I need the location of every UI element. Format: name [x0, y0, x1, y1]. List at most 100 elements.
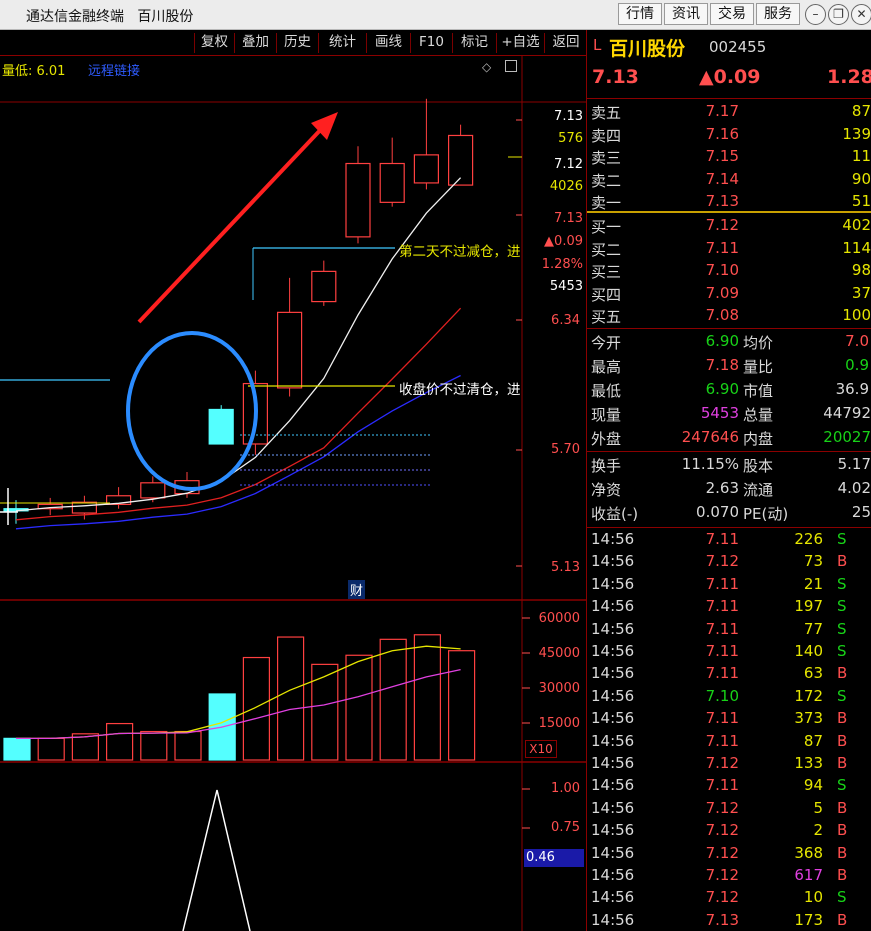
price-tick: 6.34: [551, 313, 580, 328]
stock-name: 百川股份: [609, 38, 686, 60]
ask-row[interactable]: 卖三 7.15 11: [587, 147, 871, 169]
volume-tick: 60000: [538, 611, 580, 626]
level-label: 买一: [591, 218, 622, 236]
bid-row[interactable]: 买五 7.08 100: [587, 306, 871, 328]
tick-price: 7.12: [705, 754, 739, 772]
tick-volume: 368: [794, 843, 823, 862]
highlight-circle: [126, 331, 258, 491]
nav-service-button[interactable]: 服务: [756, 3, 800, 25]
tick-row: 14:56 7.12 73 B: [587, 552, 871, 574]
volume-bar: [3, 737, 31, 761]
tick-time: 14:56: [591, 821, 635, 840]
tick-time: 14:56: [591, 552, 635, 571]
bid-row[interactable]: 买三 7.10 98: [587, 261, 871, 283]
tick-price: 7.12: [705, 552, 739, 571]
kline-chart[interactable]: [0, 0, 587, 931]
tick-volume: 10: [803, 888, 823, 907]
candle-body: [311, 270, 337, 303]
ask-row[interactable]: 卖五 7.17 87: [587, 102, 871, 124]
tick-side: S: [837, 619, 847, 638]
tick-row: 14:56 7.11 77 S: [587, 620, 871, 642]
tick-row: 14:56 7.11 87 B: [587, 732, 871, 754]
level-price: 7.14: [705, 169, 739, 188]
tick-price: 7.11: [705, 776, 739, 795]
level-volume: 11: [851, 147, 871, 165]
candle-body: [208, 408, 234, 445]
tick-row: 14:56 7.13 173 B: [587, 911, 871, 931]
tick-volume: 140: [794, 642, 823, 660]
level-volume: 37: [851, 283, 871, 302]
nav-news-button[interactable]: 资讯: [664, 3, 708, 25]
tick-row: 14:56 7.11 226 S: [587, 530, 871, 552]
tick-time: 14:56: [591, 843, 635, 862]
tick-price: 7.11: [705, 530, 739, 548]
tick-row: 14:56 7.12 617 B: [587, 866, 871, 888]
tick-price: 7.12: [705, 798, 739, 817]
stock-prefix: L: [593, 36, 602, 54]
tick-side: B: [837, 754, 848, 772]
high-label: 最高: [591, 358, 622, 376]
tick-volume: 617: [794, 866, 823, 884]
level-price: 7.16: [705, 124, 739, 143]
level-label: 卖二: [591, 171, 622, 190]
open-label: 今开: [591, 334, 622, 352]
cur-vol-value: 5453: [700, 404, 739, 422]
ma10-line: [15, 307, 462, 521]
tick-price: 7.13: [705, 910, 739, 929]
restore-icon[interactable]: ❐: [828, 4, 849, 25]
volume-tick: 45000: [538, 646, 580, 661]
tick-price: 7.12: [705, 866, 739, 884]
candle-body: [448, 134, 474, 186]
level-price: 7.15: [705, 147, 739, 165]
mcap-label: 市值: [743, 382, 774, 400]
level-volume: 114: [842, 238, 871, 257]
tick-price: 7.11: [705, 597, 739, 616]
level-volume: 98: [851, 261, 871, 279]
volume-bar: [37, 737, 65, 761]
tick-side: B: [837, 821, 848, 840]
nav-trade-button[interactable]: 交易: [710, 3, 754, 25]
avg-value: 7.0: [845, 332, 869, 350]
level-price: 7.08: [705, 306, 739, 324]
tick-time: 14:56: [591, 642, 635, 660]
tick-price: 7.11: [705, 642, 739, 660]
tick-price: 7.11: [705, 619, 739, 638]
total-vol-label: 总量: [743, 406, 774, 424]
tick-side: B: [837, 709, 848, 728]
pe-value: 25: [851, 503, 871, 521]
candle-body: [277, 311, 303, 389]
tick-side: B: [837, 664, 848, 683]
float-label: 流通: [743, 481, 774, 499]
cursor-close: 7.13: [554, 211, 583, 226]
bid-row[interactable]: 买四 7.09 37: [587, 284, 871, 306]
cursor-price: 7.13: [554, 109, 583, 124]
minimize-icon[interactable]: –: [805, 4, 826, 25]
indicator-tick: 0.75: [551, 820, 580, 835]
tick-volume: 73: [803, 552, 823, 571]
finance-marker[interactable]: 财: [348, 580, 366, 599]
tick-price: 7.12: [705, 843, 739, 862]
ask-row[interactable]: 卖二 7.14 90: [587, 170, 871, 192]
volume-bar: [379, 638, 407, 761]
close-icon[interactable]: ✕: [851, 4, 871, 25]
tick-time: 14:56: [591, 574, 635, 593]
tick-side: S: [837, 888, 847, 907]
tick-time: 14:56: [591, 776, 635, 795]
level-volume: 90: [851, 169, 871, 188]
level-price: 7.17: [705, 102, 739, 120]
tick-side: B: [837, 866, 848, 884]
tick-price: 7.11: [705, 574, 739, 593]
price-tick: 5.13: [551, 560, 580, 575]
ask-row[interactable]: 卖四 7.16 139: [587, 125, 871, 147]
level-label: 卖五: [591, 104, 622, 122]
candle-body: [345, 162, 371, 238]
bid-row[interactable]: 买一 7.12 402: [587, 216, 871, 238]
volume-bars: [3, 634, 476, 931]
float-value: 4.02: [837, 479, 871, 497]
cursor-vol: 576: [558, 131, 583, 146]
tick-row: 14:56 7.11 197 S: [587, 597, 871, 619]
capital-label: 股本: [743, 457, 774, 475]
bid-row[interactable]: 买二 7.11 114: [587, 239, 871, 261]
volume-tick: 30000: [538, 681, 580, 696]
nav-quotes-button[interactable]: 行情: [618, 3, 662, 25]
